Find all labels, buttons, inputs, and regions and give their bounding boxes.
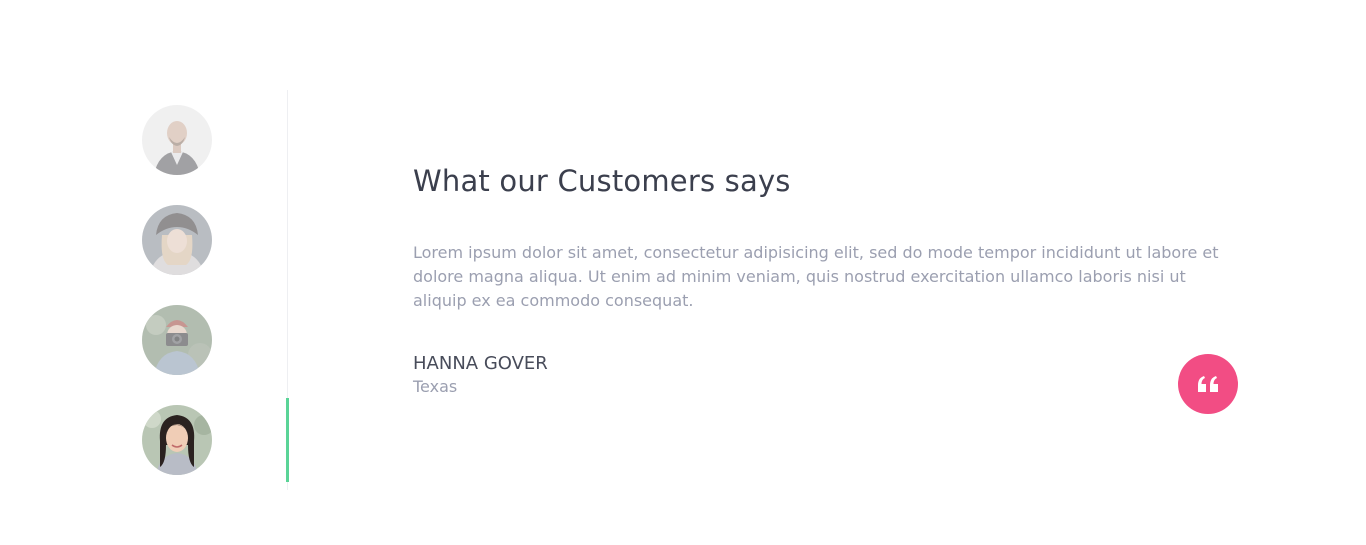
- avatar-2[interactable]: [142, 205, 212, 275]
- bald-man-avatar-icon: [142, 105, 212, 175]
- avatar-1[interactable]: [142, 105, 212, 175]
- avatar-3[interactable]: [142, 305, 212, 375]
- quote-badge: [1178, 354, 1238, 414]
- asian-woman-avatar-icon: [142, 405, 212, 475]
- testimonial-quote: Lorem ipsum dolor sit amet, consectetur …: [413, 243, 1219, 310]
- author-name: HANNA GOVER: [413, 353, 548, 374]
- avatar-4-active[interactable]: [142, 405, 212, 475]
- quote-icon: [1198, 376, 1218, 392]
- woman-hat-avatar-icon: [142, 205, 212, 275]
- photographer-avatar-icon: [142, 305, 212, 375]
- active-indicator-bar: [286, 398, 289, 482]
- author-location: Texas: [413, 377, 458, 396]
- section-title: What our Customers says: [413, 164, 791, 198]
